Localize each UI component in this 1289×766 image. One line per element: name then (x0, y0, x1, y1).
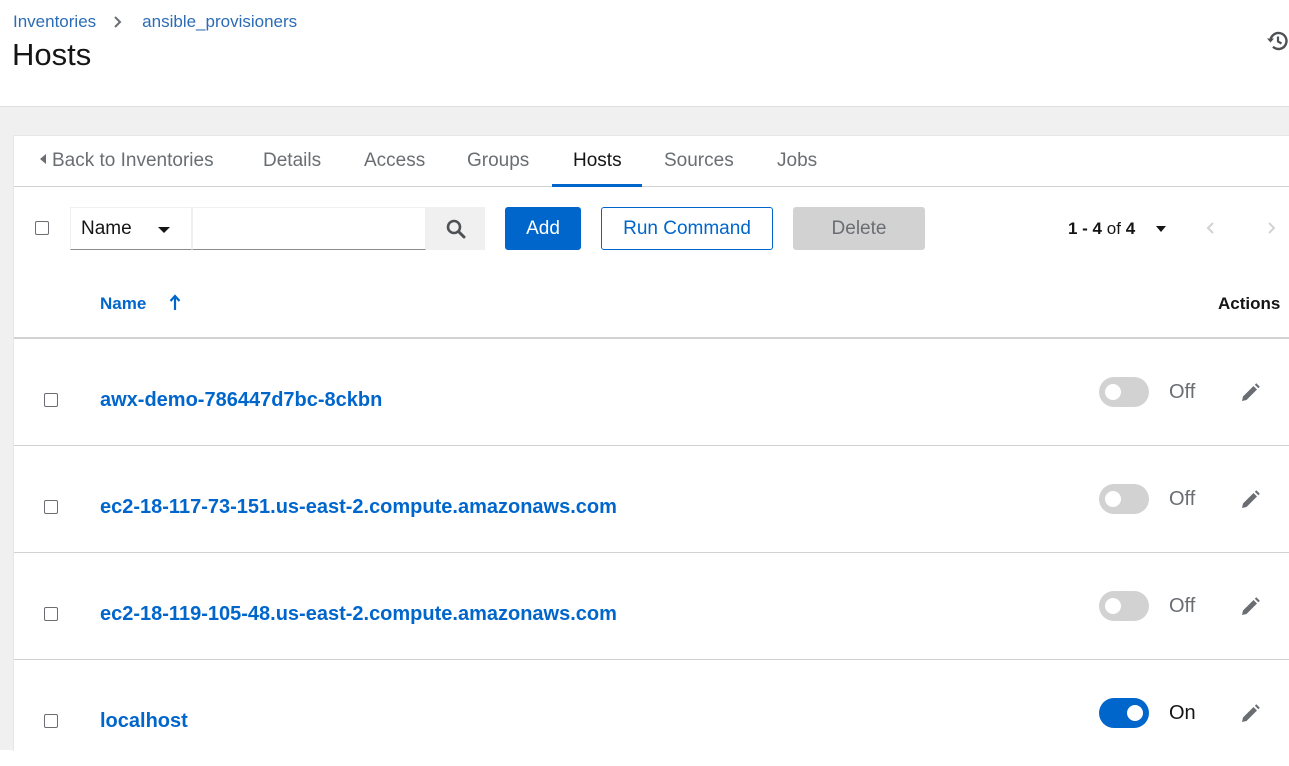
toggle-label: Off (1169, 488, 1196, 510)
angle-right-icon[interactable] (1265, 221, 1277, 235)
tab-groups[interactable]: Groups (467, 136, 529, 186)
tab-back-to-inventories[interactable]: Back to Inventories (40, 136, 214, 186)
tab-label: Back to Inventories (52, 150, 214, 171)
breadcrumb: Inventories ansible_provisioners (13, 12, 297, 32)
toggle-knob (1105, 598, 1121, 614)
sort-up-icon[interactable] (168, 294, 182, 312)
delete-button[interactable]: Delete (793, 207, 925, 250)
caret-down-icon (158, 227, 170, 233)
search-icon (446, 219, 466, 239)
enabled-toggle[interactable] (1099, 377, 1149, 407)
page-title: Hosts (12, 37, 92, 72)
host-name-link[interactable]: localhost (100, 710, 188, 733)
tab-jobs[interactable]: Jobs (777, 136, 817, 186)
row-checkbox[interactable] (44, 607, 58, 621)
host-name-link[interactable]: ec2-18-119-105-48.us-east-2.compute.amaz… (100, 603, 617, 626)
toggle-label: On (1169, 702, 1196, 724)
tab-details[interactable]: Details (263, 136, 321, 186)
host-name-link[interactable]: ec2-18-117-73-151.us-east-2.compute.amaz… (100, 496, 617, 519)
search-filter: Name (70, 207, 485, 250)
pencil-icon[interactable] (1239, 703, 1261, 725)
select-all-checkbox[interactable] (35, 221, 49, 235)
tab-sources[interactable]: Sources (664, 136, 734, 186)
table-row: ec2-18-117-73-151.us-east-2.compute.amaz… (14, 446, 1289, 553)
table-row: localhost On (14, 660, 1289, 766)
enabled-toggle[interactable] (1099, 698, 1149, 728)
add-button[interactable]: Add (505, 207, 581, 250)
column-header-actions: Actions (1218, 294, 1281, 313)
toggle-knob (1127, 705, 1143, 721)
history-icon[interactable] (1266, 29, 1289, 53)
breadcrumb-link-inventories[interactable]: Inventories (13, 12, 96, 32)
caret-left-icon (40, 153, 46, 164)
row-checkbox[interactable] (44, 714, 58, 728)
row-checkbox[interactable] (44, 500, 58, 514)
toggle-knob (1105, 384, 1121, 400)
pencil-icon[interactable] (1239, 489, 1261, 511)
search-input[interactable] (192, 207, 426, 250)
enabled-toggle[interactable] (1099, 484, 1149, 514)
toggle-label: Off (1169, 381, 1196, 403)
column-header-name[interactable]: Name (100, 294, 146, 314)
filter-field-select[interactable]: Name (70, 207, 192, 250)
angle-left-icon[interactable] (1205, 221, 1217, 235)
search-button[interactable] (426, 207, 485, 250)
row-checkbox[interactable] (44, 393, 58, 407)
pagination-summary: 1 - 4 of 4 (1068, 219, 1135, 239)
tab-hosts[interactable]: Hosts (552, 136, 641, 187)
tab-access[interactable]: Access (364, 136, 425, 186)
pagination-range: 1 - 4 (1068, 219, 1103, 238)
table-row: awx-demo-786447d7bc-8ckbn Off (14, 339, 1289, 446)
per-page-caret-down-icon[interactable] (1156, 226, 1166, 232)
breadcrumb-link-current[interactable]: ansible_provisioners (142, 12, 297, 32)
pagination-total: 4 (1125, 219, 1136, 238)
chevron-right-icon (114, 16, 122, 28)
host-name-link[interactable]: awx-demo-786447d7bc-8ckbn (100, 389, 382, 412)
toggle-knob (1105, 491, 1121, 507)
table-row: ec2-18-119-105-48.us-east-2.compute.amaz… (14, 553, 1289, 660)
pencil-icon[interactable] (1239, 382, 1261, 404)
toggle-label: Off (1169, 595, 1196, 617)
tab-bar: Back to Inventories Details Access Group… (14, 136, 1289, 187)
filter-field-label: Name (81, 218, 132, 239)
pagination-of: of (1106, 219, 1121, 238)
pencil-icon[interactable] (1239, 596, 1261, 618)
run-command-button[interactable]: Run Command (601, 207, 773, 250)
enabled-toggle[interactable] (1099, 591, 1149, 621)
page-header: Inventories ansible_provisioners Hosts (0, 0, 1289, 107)
hosts-card: Back to Inventories Details Access Group… (13, 135, 1289, 751)
